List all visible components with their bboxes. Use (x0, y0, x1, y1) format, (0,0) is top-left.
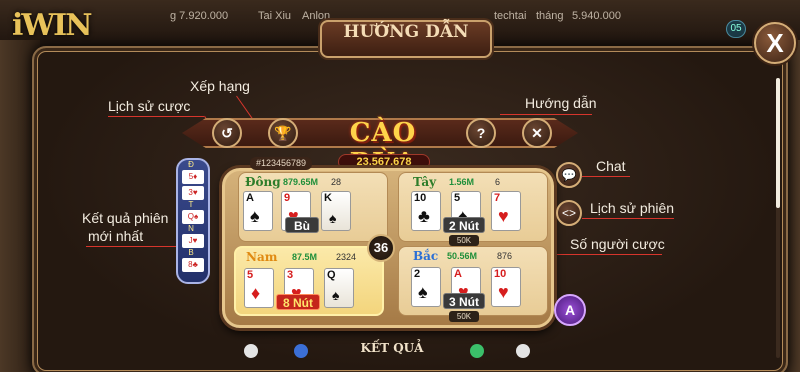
board-id: #123456789 (250, 157, 312, 170)
playing-card: 10 ♥ (491, 267, 521, 307)
playing-card: 2 ♠ (411, 267, 441, 307)
ticker-amount-left: g 7.920.000 (170, 10, 229, 22)
playing-card: Q ♠ (324, 268, 354, 308)
session-history-icon[interactable]: <> (556, 200, 582, 226)
annotation-line (86, 246, 180, 247)
quadrant-result: Bù (285, 217, 319, 233)
history-letter: Đ (188, 160, 194, 169)
quadrant-name: Tây (413, 175, 437, 189)
quadrant-name: Nam (246, 250, 278, 264)
playing-card: 5 ♦ (244, 268, 274, 308)
ticker-user-2: techtai (494, 10, 527, 22)
annotation-so-nguoi-cuoc: Số người cược (570, 236, 665, 252)
annotation-ket-qua-line2: mới nhất (88, 228, 144, 244)
quadrant-bet: 879.65M (283, 177, 319, 187)
annotation-huong-dan: Hướng dẫn (525, 95, 597, 111)
avatar-button[interactable]: A (554, 294, 586, 326)
quadrant-bet: 50.56M (447, 251, 478, 261)
close-button[interactable]: X (754, 22, 796, 64)
player-count: 6 (495, 177, 501, 187)
ticker-word: tháng (536, 10, 564, 22)
playing-card: K ♠ (321, 191, 351, 231)
quadrant-bet: 1.56M (449, 177, 475, 187)
quadrant-name: Bắc (413, 249, 439, 263)
player-count: 876 (497, 251, 513, 261)
history-letter: T (188, 200, 194, 209)
close-game-icon[interactable]: ✕ (522, 118, 552, 148)
stake-badge: 50K (449, 311, 479, 322)
player-count: 28 (331, 177, 342, 187)
annotation-line (582, 176, 630, 177)
annotation-lich-su-phien: Lịch sử phiên (590, 200, 675, 216)
quadrant-header: Bắc 50.56M 876 (399, 249, 547, 263)
quadrant-bet: 87.5M (292, 252, 318, 262)
history-cell: J♥ (182, 234, 204, 248)
annotation-lich-su-cuoc: Lịch sử cược (108, 98, 191, 114)
chat-icon[interactable]: 💬 (556, 162, 582, 188)
quadrant-result: 3 Nút (443, 293, 485, 309)
annotation-line (108, 116, 204, 117)
history-cell: 3♥ (182, 186, 204, 200)
history-letter: N (188, 224, 194, 233)
player-count: 2324 (336, 252, 357, 262)
game-title: CÀO RÙA (349, 118, 417, 178)
quadrant-header: Tây 1.56M 6 (399, 175, 547, 189)
annotation-ket-qua-line1: Kết quả phiên (82, 210, 169, 226)
stake-badge: 50K (449, 235, 479, 246)
trophy-icon[interactable]: 🏆 (268, 118, 298, 148)
quadrant-bac[interactable]: Bắc 50.56M 876 2 ♠ A ♥ 10 ♥ 3 Nút 50K (398, 246, 548, 322)
quadrant-name: Đông (245, 175, 281, 189)
history-cell: 5♦ (182, 170, 204, 184)
quadrant-result: 8 Nút (276, 294, 320, 310)
playing-card: 7 ♥ (491, 191, 521, 231)
bottom-label: KẾT QUẢ (360, 341, 424, 355)
help-icon[interactable]: ? (466, 118, 496, 148)
playing-card: 10 ♣ (411, 191, 441, 231)
notification-badge[interactable]: 05 (726, 20, 746, 38)
quadrant-nam[interactable]: Nam 87.5M 2324 5 ♦ 3 ♥ Q ♠ 8 Nút (234, 246, 384, 316)
history-letter: B (188, 248, 194, 257)
quadrant-tay[interactable]: Tây 1.56M 6 10 ♣ 5 ♠ 7 ♥ 2 Nút 50K (398, 172, 548, 246)
history-cell: Q♠ (182, 210, 204, 224)
history-cell: 8♣ (182, 258, 204, 272)
ticker-game: Tai Xiu (258, 10, 292, 22)
history-bet-icon[interactable]: ↺ (212, 118, 242, 148)
ticker-amount: 5.940.000 (572, 10, 621, 22)
countdown-timer: 36 (367, 234, 395, 262)
annotation-line (500, 114, 592, 115)
annotation-xep-hang: Xếp hạng (190, 78, 250, 94)
quadrant-result: 2 Nút (443, 217, 485, 233)
annotation-line (582, 218, 674, 219)
scrollbar-thumb[interactable] (776, 78, 780, 208)
quadrant-header: Nam 87.5M 2324 (236, 250, 382, 264)
modal-title: HƯỚNG DẪN (320, 20, 492, 58)
playing-card: A ♠ (243, 191, 273, 231)
annotation-chat: Chat (596, 158, 626, 174)
quadrant-header: Đông 879.65M 28 (239, 175, 387, 189)
quadrant-dong[interactable]: Đông 879.65M 28 A ♠ 9 ♥ K ♠ Bù (238, 172, 388, 242)
